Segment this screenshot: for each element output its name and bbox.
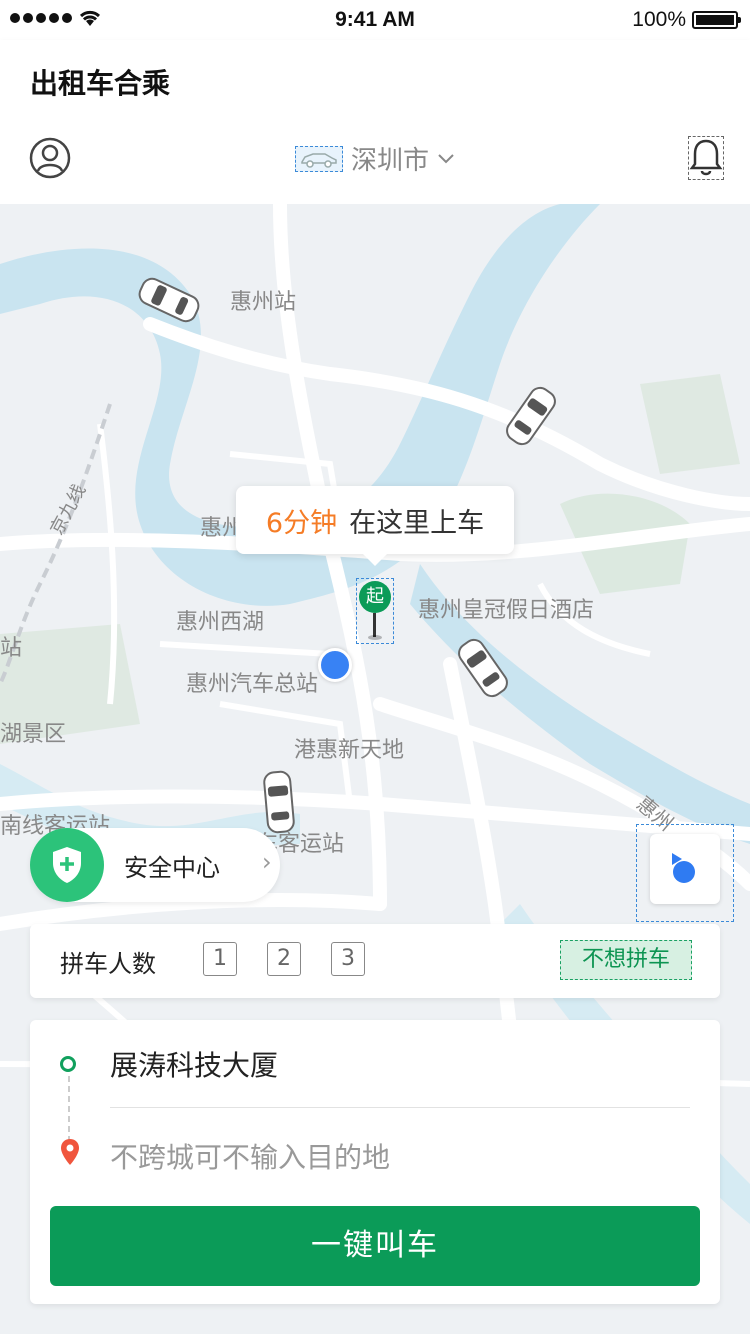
page-title: 出租车合乘 (30, 67, 171, 100)
car-icon (263, 770, 295, 834)
battery-icon (692, 11, 741, 29)
city-name: 深圳市 (350, 146, 429, 176)
no-carpool-button[interactable]: 不想拼车 (560, 940, 692, 980)
status-bar: 9:41 AM 100% (0, 0, 750, 40)
map-label: 港惠新天地 (294, 738, 405, 763)
destination-field[interactable]: 不跨城可不输入目的地 (110, 1136, 390, 1176)
safety-center-button[interactable]: 安全中心 › (30, 828, 280, 902)
current-location-dot (318, 648, 352, 682)
carpool-count-2-button[interactable]: 2 (267, 942, 301, 976)
map-label: 惠州站 (230, 290, 297, 315)
header: 出租车合乘 深圳市 (0, 40, 750, 204)
battery-percent: 100% (632, 8, 686, 31)
battery-group: 100% (632, 8, 741, 32)
pickup-text: 在这里上车 (349, 507, 485, 539)
map-label: 惠州皇冠假日酒店 (418, 598, 595, 623)
start-pin[interactable]: 起 (356, 578, 394, 644)
divider (110, 1107, 690, 1108)
carpool-panel: 拼车人数 1 2 3 不想拼车 (30, 924, 720, 998)
map-label: 站 (0, 636, 23, 661)
safety-center-label: 安全中心 (124, 854, 220, 882)
carpool-count-1-button[interactable]: 1 (203, 942, 237, 976)
shield-icon (30, 828, 104, 902)
car-icon (294, 145, 343, 172)
map-label: 湖景区 (0, 722, 67, 747)
chevron-down-icon (438, 153, 454, 163)
origin-dot-icon (60, 1056, 76, 1072)
map-label: 惠州西湖 (176, 610, 265, 635)
route-connector (68, 1076, 70, 1142)
bell-icon[interactable] (688, 136, 724, 180)
destination-pin-icon (61, 1139, 79, 1165)
map-label: 惠州汽车总站 (186, 672, 319, 697)
map[interactable]: 惠州站 惠州 惠州西湖 惠州汽车总站 惠州皇冠假日酒店 港惠新天地 南线客运站 … (0, 204, 750, 1334)
call-taxi-button[interactable]: 一键叫车 (50, 1206, 700, 1286)
pickup-tooltip[interactable]: 6分钟 在这里上车 (236, 486, 514, 566)
locate-icon (650, 834, 720, 904)
carpool-count-3-button[interactable]: 3 (331, 942, 365, 976)
eta-text: 6分钟 (265, 507, 338, 539)
locate-button[interactable] (636, 824, 734, 922)
city-selector[interactable]: 深圳市 (0, 140, 750, 177)
origin-field[interactable]: 展涛科技大厦 (110, 1044, 278, 1084)
chevron-right-icon: › (262, 848, 272, 876)
start-marker-label: 起 (359, 581, 391, 613)
carpool-title: 拼车人数 (60, 950, 156, 978)
route-panel: 展涛科技大厦 不跨城可不输入目的地 一键叫车 (30, 1020, 720, 1304)
